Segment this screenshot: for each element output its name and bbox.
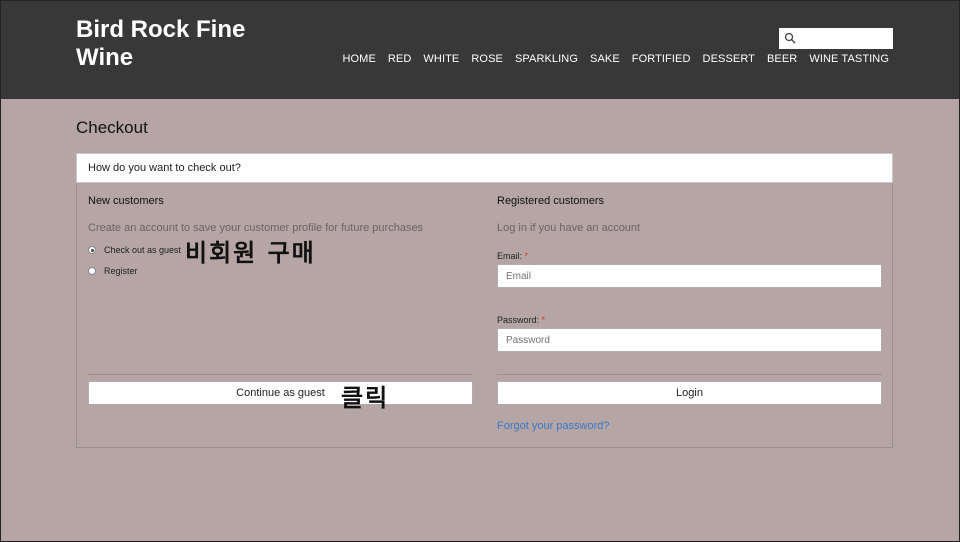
email-field[interactable]: [497, 264, 882, 288]
nav-home[interactable]: HOME: [342, 53, 375, 65]
forgot-password-link[interactable]: Forgot your password?: [497, 420, 610, 432]
radio-register-label: Register: [104, 266, 138, 276]
search-icon: [784, 32, 796, 44]
annotation-guest-buy: 비회원 구매: [185, 239, 316, 267]
nav-rose[interactable]: ROSE: [471, 53, 503, 65]
email-label: Email: *: [497, 251, 529, 261]
nav-wine-tasting[interactable]: WINE TASTING: [809, 53, 889, 65]
nav-fortified[interactable]: FORTIFIED: [632, 53, 691, 65]
password-field[interactable]: [497, 328, 882, 352]
password-label: Password: *: [497, 315, 546, 325]
checkout-question: How do you want to check out?: [76, 153, 893, 183]
radio-register-row[interactable]: Register: [88, 266, 138, 276]
site-logo[interactable]: Bird Rock Fine Wine: [76, 16, 276, 72]
login-button[interactable]: Login: [497, 381, 882, 405]
required-mark: *: [524, 251, 529, 261]
required-mark: *: [541, 315, 546, 325]
main-nav: HOME RED WHITE ROSE SPARKLING SAKE FORTI…: [342, 53, 889, 65]
registered-title: Registered customers: [497, 195, 604, 207]
registered-subtitle: Log in if you have an account: [497, 222, 641, 234]
nav-sake[interactable]: SAKE: [590, 53, 620, 65]
right-divider: [497, 374, 882, 375]
nav-sparkling[interactable]: SPARKLING: [515, 53, 578, 65]
search-input[interactable]: [779, 28, 893, 49]
nav-red[interactable]: RED: [388, 53, 412, 65]
radio-guest-row[interactable]: Check out as guest: [88, 245, 181, 255]
annotation-click: 클릭: [341, 384, 390, 412]
site-header: Bird Rock Fine Wine HOME RED WHITE ROSE …: [1, 1, 959, 99]
checkout-panel: New customers Create an account to save …: [76, 183, 893, 448]
left-divider: [88, 374, 473, 375]
nav-beer[interactable]: BEER: [767, 53, 797, 65]
new-customers-title: New customers: [88, 195, 164, 207]
radio-register[interactable]: [88, 267, 96, 275]
page-title: Checkout: [76, 118, 148, 137]
radio-guest-label: Check out as guest: [104, 245, 182, 255]
nav-white[interactable]: WHITE: [423, 53, 459, 65]
continue-as-guest-button[interactable]: Continue as guest: [88, 381, 473, 405]
nav-dessert[interactable]: DESSERT: [703, 53, 755, 65]
radio-guest[interactable]: [88, 246, 96, 254]
